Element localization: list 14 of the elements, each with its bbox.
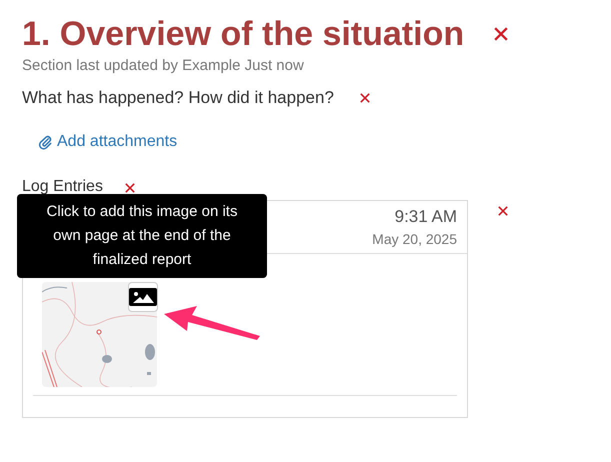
section-title: 1. Overview of the situation [22,14,464,55]
entry-time: 9:31 AM [394,206,457,226]
close-icon[interactable] [124,182,135,192]
log-entries-label: Log Entries [22,178,103,194]
question-text: What has happened? How did it happen? [22,88,334,108]
tooltip: Click to add this image on its own page at the end of the finalized report [17,194,267,278]
updated-text: Section last updated by Example Just now [22,57,305,74]
paperclip-icon [38,134,53,150]
close-icon[interactable] [498,206,508,216]
close-icon[interactable] [494,27,508,41]
image-icon[interactable] [128,282,158,312]
entry-date: May 20, 2025 [372,230,457,246]
add-attachments-link[interactable]: Add attachments [38,133,178,151]
close-icon[interactable] [360,93,370,103]
